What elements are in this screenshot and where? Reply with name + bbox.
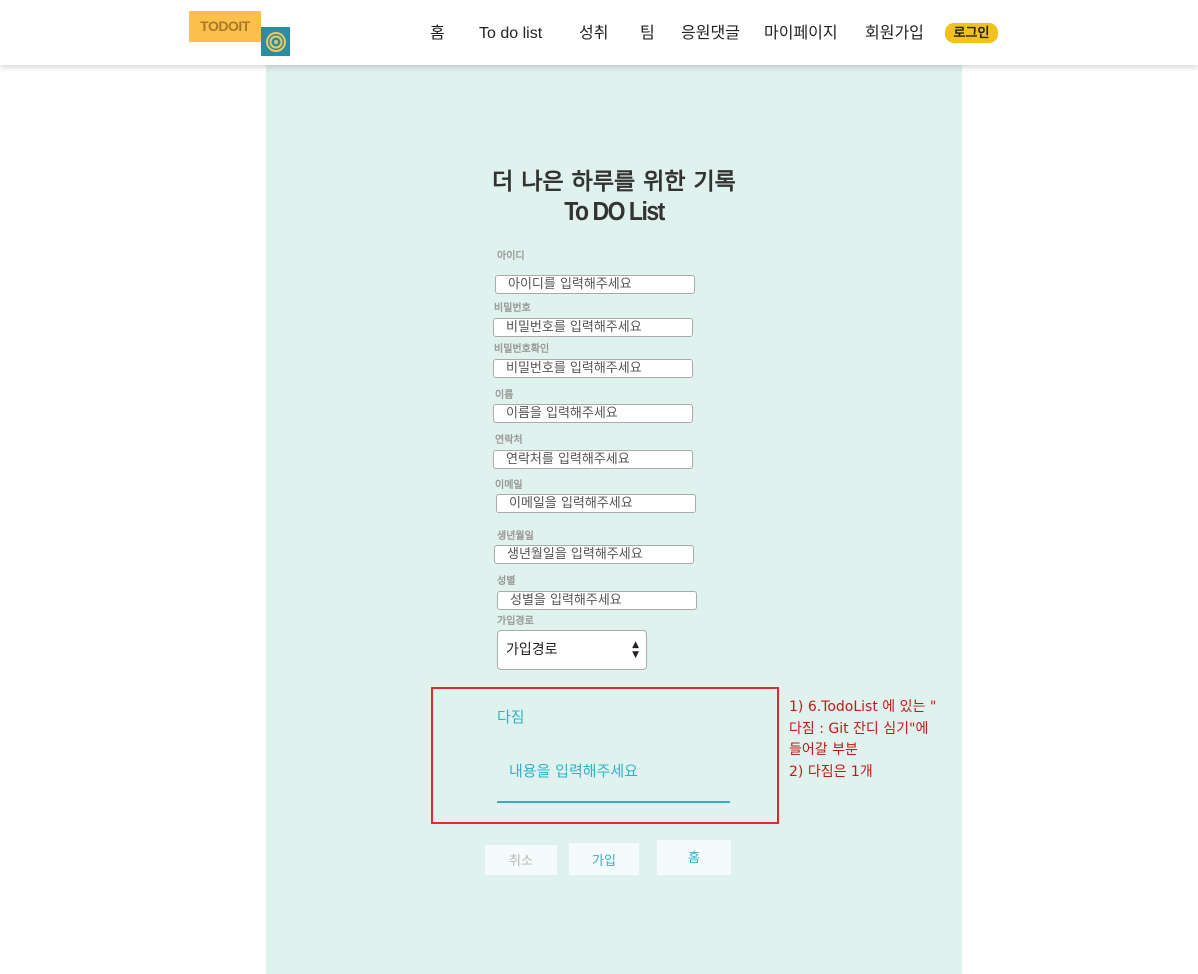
logo[interactable]: TODOIT [189, 11, 291, 57]
id-label: 아이디 [497, 251, 525, 262]
select-arrows-icon: ▲ ▼ [632, 640, 639, 660]
nav-home[interactable]: 홈 [430, 22, 445, 46]
contact-input[interactable]: 연락처를 입력해주세요 [493, 450, 693, 469]
signup-path-select[interactable]: 가입경로 ▲ ▼ [497, 630, 647, 670]
signup-path-label: 가입경로 [497, 616, 534, 627]
logo-text: TODOIT [189, 11, 261, 42]
name-input[interactable]: 이름을 입력해주세요 [493, 404, 693, 423]
annotation-line: 다짐 : Git 잔디 심기"에 [789, 720, 929, 737]
password-confirm-input[interactable]: 비밀번호를 입력해주세요 [493, 359, 693, 378]
nav-mypage[interactable]: 마이페이지 [764, 22, 838, 46]
nav-achievement[interactable]: 성취 [579, 22, 608, 46]
login-button[interactable]: 로그인 [945, 23, 998, 43]
contact-label: 연락처 [495, 435, 523, 446]
page-title: 더 나은 하루를 위한 기록 [492, 169, 736, 195]
nav-cheer-comments[interactable]: 응원댓글 [681, 22, 740, 46]
resolution-label: 다짐 [497, 708, 525, 726]
page-subtitle: To DO List [564, 196, 665, 226]
email-input[interactable]: 이메일을 입력해주세요 [496, 494, 696, 513]
gender-input[interactable]: 성별을 입력해주세요 [497, 591, 697, 610]
target-icon [261, 27, 290, 56]
password-input[interactable]: 비밀번호를 입력해주세요 [493, 318, 693, 337]
annotation-line: 1) 6.TodoList 에 있는 " [789, 699, 937, 715]
resolution-input[interactable]: 내용을 입력해주세요 [497, 759, 730, 803]
id-input[interactable]: 아이디를 입력해주세요 [495, 275, 695, 294]
email-label: 이메일 [495, 480, 523, 491]
annotation-line: 2) 다짐은 1개 [789, 763, 873, 780]
birthdate-label: 생년월일 [497, 531, 534, 542]
nav-team[interactable]: 팀 [640, 22, 655, 46]
home-button[interactable]: 홈 [657, 840, 731, 875]
join-button[interactable]: 가입 [569, 843, 639, 875]
gender-label: 성별 [497, 576, 516, 587]
password-confirm-label: 비밀번호확인 [494, 344, 550, 355]
name-label: 이름 [495, 390, 514, 401]
nav-todo-list[interactable]: To do list [479, 22, 542, 46]
annotation-line: 들어갈 부분 [789, 742, 858, 758]
annotation-note: 1) 6.TodoList 에 있는 " 다짐 : Git 잔디 심기"에 들어… [789, 697, 949, 783]
signup-path-value: 가입경로 [506, 642, 558, 658]
header: TODOIT 홈 To do list 성취 팀 응원댓글 마이페이지 회원가입… [0, 0, 1198, 65]
birthdate-input[interactable]: 생년월일을 입력해주세요 [494, 545, 694, 564]
nav-signup[interactable]: 회원가입 [865, 22, 924, 46]
password-label: 비밀번호 [494, 303, 531, 314]
highlight-box [431, 687, 779, 824]
cancel-button[interactable]: 취소 [485, 845, 557, 875]
